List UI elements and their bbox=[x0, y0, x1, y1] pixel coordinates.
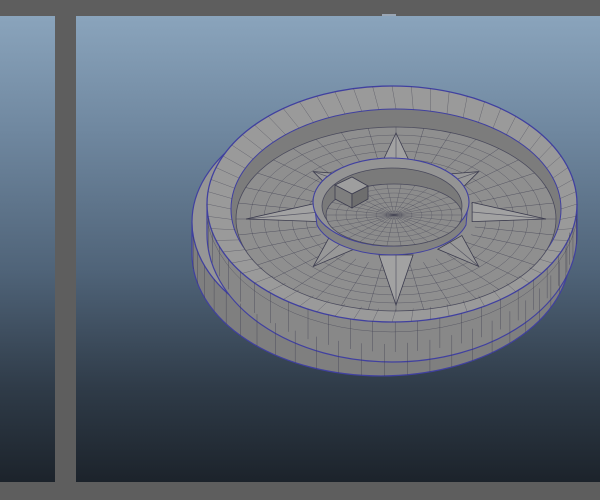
left-viewport-panel[interactable] bbox=[0, 16, 55, 482]
pane-divider[interactable] bbox=[55, 16, 76, 482]
main-viewport-panel[interactable] bbox=[76, 16, 600, 482]
viewport-toolbar bbox=[0, 0, 600, 16]
central-hub bbox=[312, 157, 470, 256]
model-scene[interactable] bbox=[76, 16, 600, 482]
status-bar bbox=[0, 482, 600, 500]
